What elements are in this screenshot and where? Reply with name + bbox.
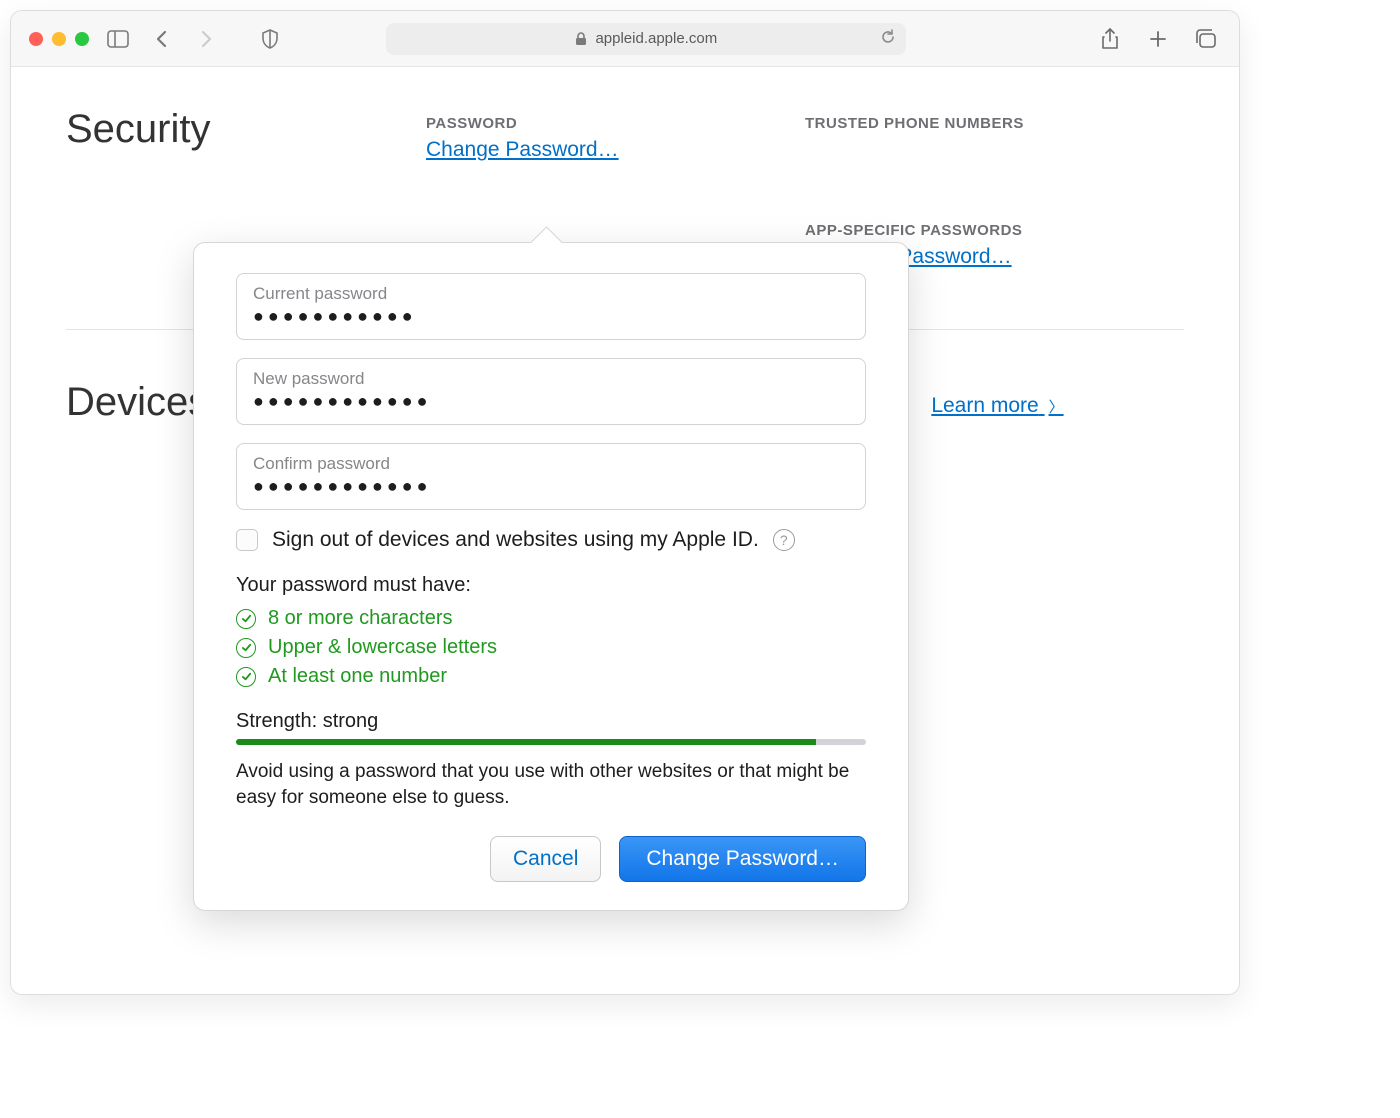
strength-meter <box>236 739 866 745</box>
requirement-text: At least one number <box>268 665 447 688</box>
maximize-window-button[interactable] <box>75 32 89 46</box>
confirm-password-field[interactable]: Confirm password ●●●●●●●●●●●● <box>236 443 866 510</box>
new-password-field[interactable]: New password ●●●●●●●●●●●● <box>236 358 866 425</box>
security-heading: Security <box>66 107 426 152</box>
requirement-text: 8 or more characters <box>268 607 453 630</box>
requirement-text: Upper & lowercase letters <box>268 636 497 659</box>
app-specific-passwords-label: APP-SPECIFIC PASSWORDS <box>805 222 1184 239</box>
lock-icon <box>575 32 587 46</box>
new-tab-icon[interactable] <box>1143 24 1173 54</box>
new-password-value: ●●●●●●●●●●●● <box>253 391 849 412</box>
current-password-field[interactable]: Current password ●●●●●●●●●●● <box>236 273 866 340</box>
learn-more-text: Learn more <box>931 394 1038 417</box>
close-window-button[interactable] <box>29 32 43 46</box>
change-password-popover: Current password ●●●●●●●●●●● New passwor… <box>193 242 909 911</box>
minimize-window-button[interactable] <box>52 32 66 46</box>
requirements-heading: Your password must have: <box>236 574 866 597</box>
confirm-password-value: ●●●●●●●●●●●● <box>253 476 849 497</box>
forward-button[interactable] <box>191 24 221 54</box>
requirement-item: At least one number <box>236 665 866 688</box>
back-button[interactable] <box>147 24 177 54</box>
strength-label: Strength: strong <box>236 710 866 733</box>
confirm-password-label: Confirm password <box>253 454 849 474</box>
titlebar: appleid.apple.com <box>11 11 1239 67</box>
url-bar[interactable]: appleid.apple.com <box>386 23 906 55</box>
current-password-value: ●●●●●●●●●●● <box>253 306 849 327</box>
signout-devices-checkbox[interactable] <box>236 529 258 551</box>
password-section-label: PASSWORD <box>426 115 805 132</box>
chevron-right-icon: 〉 <box>1049 399 1064 416</box>
check-circle-icon <box>236 667 256 687</box>
trusted-numbers-label: TRUSTED PHONE NUMBERS <box>805 115 1184 132</box>
change-password-button[interactable]: Change Password… <box>619 836 866 882</box>
requirement-item: 8 or more characters <box>236 607 866 630</box>
safari-window: appleid.apple.com Security PASSWORD <box>10 10 1240 995</box>
check-circle-icon <box>236 638 256 658</box>
page-content: Security PASSWORD Change Password… TRUST… <box>11 67 1239 994</box>
current-password-label: Current password <box>253 284 849 304</box>
privacy-report-icon[interactable] <box>255 24 285 54</box>
sidebar-toggle-icon[interactable] <box>103 24 133 54</box>
url-text: appleid.apple.com <box>595 30 717 47</box>
tabs-overview-icon[interactable] <box>1191 24 1221 54</box>
learn-more-link[interactable]: Learn more 〉 <box>931 394 1063 418</box>
requirement-item: Upper & lowercase letters <box>236 636 866 659</box>
change-password-link[interactable]: Change Password… <box>426 138 619 162</box>
help-icon[interactable]: ? <box>773 529 795 551</box>
strength-meter-fill <box>236 739 816 745</box>
reload-button[interactable] <box>880 29 896 49</box>
password-advice: Avoid using a password that you use with… <box>236 759 866 810</box>
cancel-button[interactable]: Cancel <box>490 836 601 882</box>
new-password-label: New password <box>253 369 849 389</box>
share-icon[interactable] <box>1095 24 1125 54</box>
check-circle-icon <box>236 609 256 629</box>
window-controls <box>29 32 89 46</box>
signout-devices-label: Sign out of devices and websites using m… <box>272 528 759 552</box>
